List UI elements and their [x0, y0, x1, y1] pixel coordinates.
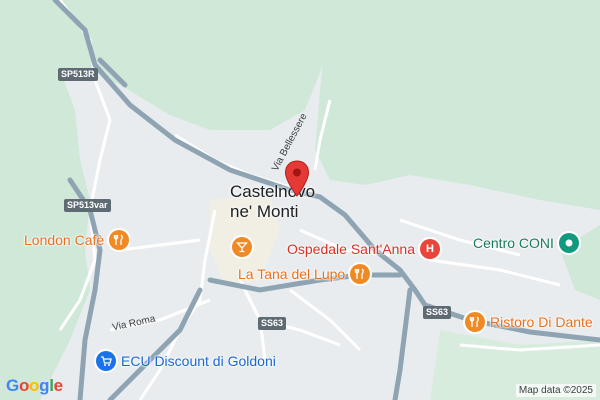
poi-ristoro-di-dante[interactable]: Ristoro Di Dante	[465, 312, 593, 332]
sports-icon	[558, 233, 579, 253]
poi-centro-coni[interactable]: Centro CONI	[473, 233, 579, 253]
cutlery-icon	[465, 312, 485, 332]
poi-la-tana-del-lupo[interactable]: La Tana del Lupo	[238, 264, 371, 284]
poi-label: Ospedale Sant'Anna	[287, 241, 415, 257]
poi-bar[interactable]	[232, 237, 252, 257]
road-shield-sp513r: SP513R	[58, 68, 98, 81]
cutlery-icon	[109, 230, 130, 250]
road-shield-sp513var: SP513var	[64, 199, 111, 212]
hospital-icon: H	[420, 239, 440, 259]
poi-ospedale[interactable]: Ospedale Sant'Anna H	[287, 239, 440, 259]
red-pin-icon[interactable]	[284, 160, 310, 198]
road-shield-ss63-west: SS63	[258, 317, 287, 330]
town-label-line2: ne' Monti	[230, 202, 299, 221]
poi-london-cafe[interactable]: London Cafè	[24, 230, 130, 250]
cocktail-icon	[232, 237, 252, 257]
poi-label: ECU Discount di Goldoni	[121, 353, 276, 369]
google-logo: Google	[6, 376, 63, 395]
poi-label: La Tana del Lupo	[238, 266, 346, 282]
cutlery-icon	[350, 264, 371, 284]
poi-ecu-discount[interactable]: ECU Discount di Goldoni	[96, 351, 276, 371]
map-canvas[interactable]: SP513R SP513var SS63 SS63 Via Bellessere…	[0, 0, 600, 400]
road-shield-ss63-east: SS63	[423, 306, 452, 319]
poi-label: Centro CONI	[473, 235, 554, 251]
poi-label: London Cafè	[24, 232, 105, 248]
map-data-credit: Map data ©2025	[515, 384, 596, 397]
poi-label: Ristoro Di Dante	[490, 314, 593, 330]
cart-icon	[96, 351, 116, 371]
forest-area-northeast	[315, 0, 600, 210]
